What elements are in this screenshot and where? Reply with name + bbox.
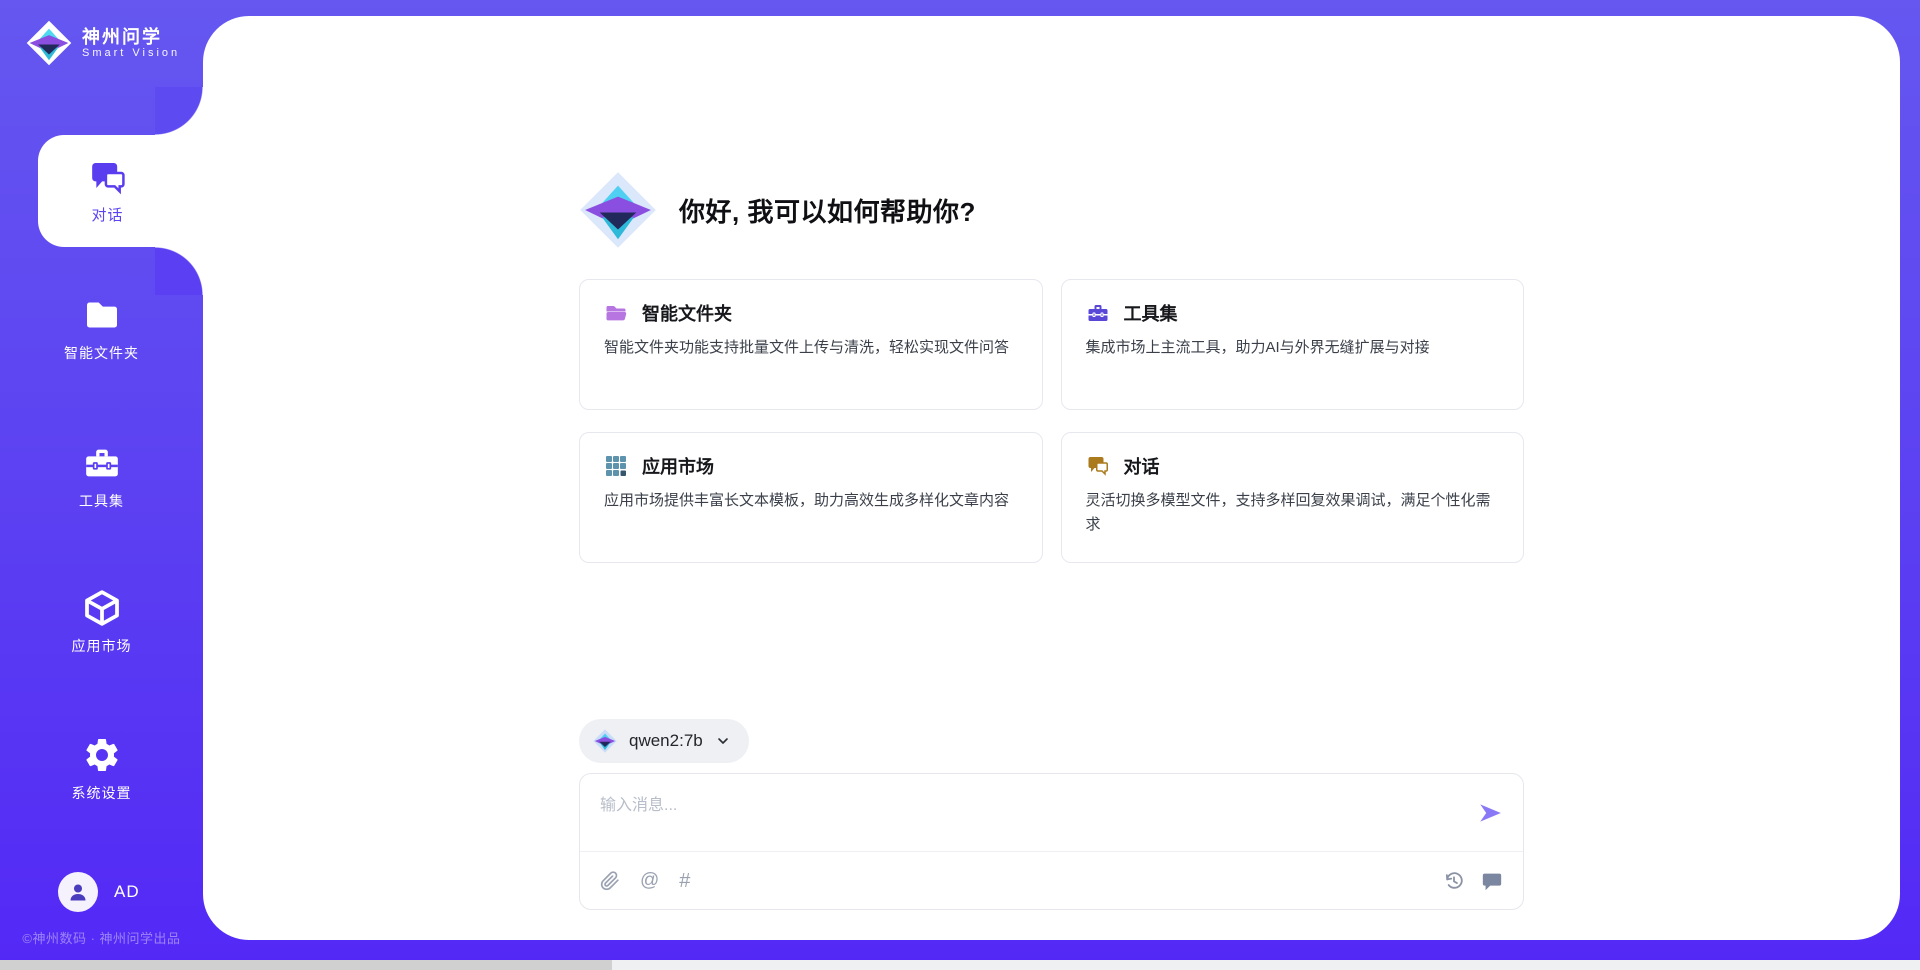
tab-flare-bottom <box>155 247 203 295</box>
hash-icon: # <box>679 871 690 891</box>
sidebar-item-tools[interactable]: 工具集 <box>0 443 203 511</box>
topic-button[interactable]: # <box>679 871 690 891</box>
user-profile[interactable]: AD <box>58 872 140 912</box>
chat-bubbles-icon <box>88 158 128 198</box>
folder-icon <box>82 295 122 335</box>
mention-button[interactable]: @ <box>640 871 659 890</box>
brand: 神州问学 Smart Vision <box>26 20 180 66</box>
sidebar: 神州问学 Smart Vision 对话 智能文件夹 <box>0 0 203 960</box>
greeting: 你好, 我可以如何帮助你? <box>579 171 1524 249</box>
user-initials: AD <box>114 882 140 902</box>
message-composer: @ # <box>579 773 1524 910</box>
card-title: 对话 <box>1124 453 1160 479</box>
message-input[interactable] <box>580 774 1420 840</box>
greeting-logo-icon <box>579 171 657 249</box>
send-icon <box>1477 800 1503 826</box>
brand-logo-icon <box>26 20 72 66</box>
toolbox-icon <box>1086 301 1110 325</box>
grid-icon <box>604 454 628 478</box>
sidebar-item-chat[interactable]: 对话 <box>38 135 203 247</box>
copyright-text: ©神州数码 · 神州问学出品 <box>0 928 203 947</box>
feature-cards: 智能文件夹 智能文件夹功能支持批量文件上传与清洗，轻松实现文件问答 工具 <box>579 279 1524 563</box>
sidebar-item-market[interactable]: 应用市场 <box>0 588 203 656</box>
toolbox-icon <box>82 443 122 483</box>
composer-toolbar: @ # <box>580 851 1523 909</box>
sidebar-item-label: 对话 <box>91 204 123 225</box>
card-chat[interactable]: 对话 灵活切换多模型文件，支持多样回复效果调试，满足个性化需求 <box>1061 432 1525 563</box>
paperclip-icon <box>600 871 620 891</box>
card-description: 集成市场上主流工具，助力AI与外界无缝扩展与对接 <box>1086 336 1500 360</box>
history-icon <box>1443 870 1465 892</box>
at-icon: @ <box>640 871 659 890</box>
sidebar-item-label: 智能文件夹 <box>0 343 203 363</box>
sidebar-item-label: 系统设置 <box>0 783 203 803</box>
model-selector[interactable]: qwen2:7b <box>579 719 749 763</box>
model-logo-icon <box>593 729 617 753</box>
new-chat-button[interactable] <box>1481 870 1503 892</box>
greeting-title: 你好, 我可以如何帮助你? <box>679 192 976 229</box>
history-button[interactable] <box>1443 870 1465 892</box>
card-toolset[interactable]: 工具集 集成市场上主流工具，助力AI与外界无缝扩展与对接 <box>1061 279 1525 410</box>
card-title: 智能文件夹 <box>642 300 732 326</box>
brand-name: 神州问学 <box>82 27 180 48</box>
bottom-strip <box>0 960 1920 970</box>
cube-icon <box>82 588 122 628</box>
tab-flare-top <box>155 87 203 135</box>
sidebar-item-label: 应用市场 <box>0 636 203 656</box>
card-title: 应用市场 <box>642 453 714 479</box>
send-button[interactable] <box>1477 800 1503 826</box>
attach-button[interactable] <box>600 871 620 891</box>
main-panel: 你好, 我可以如何帮助你? 智能文件夹 智能文件夹功能支持批量文件上传与清洗，轻… <box>203 16 1900 940</box>
sidebar-item-folders[interactable]: 智能文件夹 <box>0 295 203 363</box>
main-content: 你好, 我可以如何帮助你? 智能文件夹 智能文件夹功能支持批量文件上传与清洗，轻… <box>579 16 1524 910</box>
chevron-down-icon <box>715 733 731 749</box>
brand-subtitle: Smart Vision <box>82 47 180 59</box>
sidebar-item-settings[interactable]: 系统设置 <box>0 735 203 803</box>
card-description: 智能文件夹功能支持批量文件上传与清洗，轻松实现文件问答 <box>604 336 1018 360</box>
chat-square-icon <box>1481 870 1503 892</box>
avatar <box>58 872 98 912</box>
model-name: qwen2:7b <box>629 731 703 751</box>
folder-icon <box>604 301 628 325</box>
bottom-strip-segment <box>0 960 612 970</box>
card-app-market[interactable]: 应用市场 应用市场提供丰富长文本模板，助力高效生成多样化文章内容 <box>579 432 1043 563</box>
chat-bubbles-icon <box>1086 454 1110 478</box>
person-icon <box>66 880 90 904</box>
sidebar-item-label: 工具集 <box>0 491 203 511</box>
card-smart-folder[interactable]: 智能文件夹 智能文件夹功能支持批量文件上传与清洗，轻松实现文件问答 <box>579 279 1043 410</box>
brand-text: 神州问学 Smart Vision <box>82 27 180 60</box>
card-description: 应用市场提供丰富长文本模板，助力高效生成多样化文章内容 <box>604 489 1018 513</box>
gear-icon <box>82 735 122 775</box>
card-description: 灵活切换多模型文件，支持多样回复效果调试，满足个性化需求 <box>1086 489 1500 537</box>
card-title: 工具集 <box>1124 300 1178 326</box>
